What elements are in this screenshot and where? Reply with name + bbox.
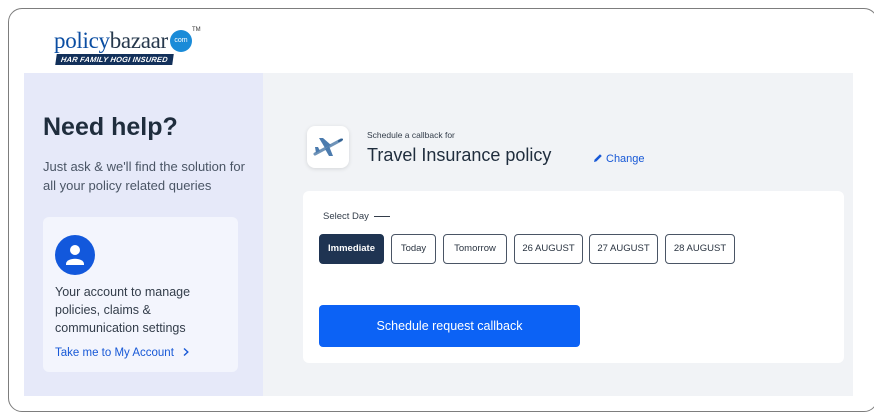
logo-word-policy: policy <box>54 28 110 53</box>
airplane-icon <box>307 126 349 168</box>
my-account-link-label: Take me to My Account <box>55 347 174 359</box>
logo-dot-com: com <box>170 30 192 52</box>
logo-word-bazaar: bazaar <box>109 28 169 53</box>
select-day-card: Select Day Immediate Today Tomorrow 26 A… <box>303 191 844 363</box>
help-title: Need help? <box>43 113 178 141</box>
day-option-immediate[interactable]: Immediate <box>319 234 384 264</box>
policy-title: Travel Insurance policy <box>367 145 552 165</box>
my-account-link[interactable]: Take me to My Account <box>55 347 191 359</box>
day-option-tomorrow[interactable]: Tomorrow <box>443 234 507 264</box>
callback-label: Schedule a callback for <box>367 130 455 140</box>
logo-wordmark: policybazaar <box>54 28 168 54</box>
day-option-28-august[interactable]: 28 AUGUST <box>665 234 735 264</box>
schedule-callback-button[interactable]: Schedule request callback <box>319 305 580 347</box>
day-option-27-august[interactable]: 27 AUGUST <box>589 234 658 264</box>
callback-content: Schedule a callback for Travel Insurance… <box>263 73 853 396</box>
select-day-label: Select Day <box>323 211 390 222</box>
pencil-icon <box>594 154 602 162</box>
day-option-26-august[interactable]: 26 AUGUST <box>514 234 583 264</box>
account-description: Your account to manage policies, claims … <box>55 285 191 335</box>
help-panel: Need help? Just ask & we'll find the sol… <box>24 73 263 396</box>
user-icon <box>55 235 95 275</box>
day-option-today[interactable]: Today <box>391 234 436 264</box>
account-card: Your account to manage policies, claims … <box>43 217 238 372</box>
select-day-divider <box>373 215 390 217</box>
page-frame: policybazaar com TM HAR FAMILY HOGI INSU… <box>8 8 874 412</box>
help-subtitle: Just ask & we'll find the solution for a… <box>43 159 245 193</box>
logo-trademark: TM <box>192 27 201 33</box>
chevron-right-icon <box>183 347 189 357</box>
select-day-text: Select Day <box>323 211 369 222</box>
policybazaar-logo[interactable]: policybazaar com TM HAR FAMILY HOGI INSU… <box>54 27 224 76</box>
logo-tagline: HAR FAMILY HOGI INSURED <box>55 54 174 65</box>
change-policy-link[interactable]: Change <box>593 153 645 165</box>
change-label: Change <box>606 153 645 165</box>
